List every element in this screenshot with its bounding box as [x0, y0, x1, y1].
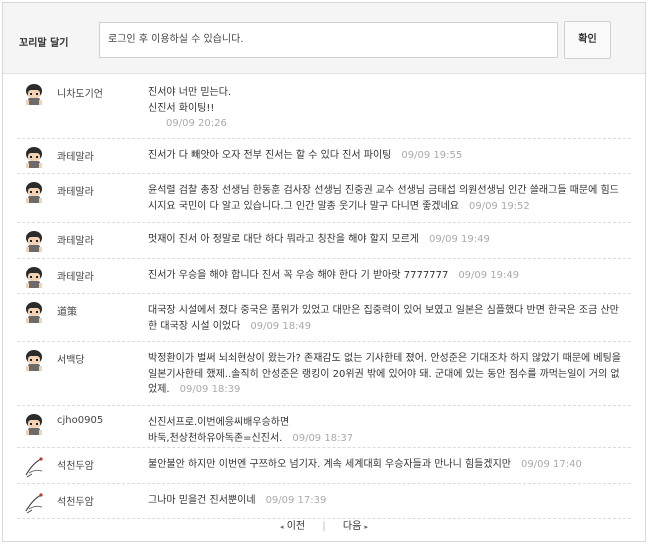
comment-row: 서백당 박정환이가 벌써 뇌쇠현상이 왔는가? 존재감도 없는 기사한테 졌어. …: [17, 341, 631, 406]
next-link[interactable]: 다음 ▸: [343, 517, 368, 532]
comment-row: 콰테말라 진서가 우승을 해야 합니다 진서 꼭 우승 해야 한다 기 받아랏 7…: [17, 258, 631, 294]
crane-avatar-icon: [23, 455, 45, 479]
comment-text: 멋재이 진서 아 정말로 대단 하다 뭐라고 칭찬을 해야 할지 모르게 09/0…: [148, 232, 628, 248]
comment-row: cjho0905 신진서프로.이번에응씨배우승하면바둑,천상천하유아독존=신진서.…: [17, 405, 631, 448]
comment-line: 불안불안 하지만 이번엔 구쯔하오 넘기자. 계속 세계대회 우승자들과 만나니…: [148, 459, 511, 470]
comment-row: 석천두암 불안불안 하지만 이번엔 구쯔하오 넘기자. 계속 세계대회 우승자들과…: [17, 447, 631, 484]
comment-author[interactable]: 콰테말라: [57, 148, 94, 163]
prev-label: 이전: [286, 521, 306, 532]
comment-date: 09/09 18:37: [292, 432, 354, 444]
comment-date: 09/09 18:39: [179, 384, 241, 395]
boy-avatar-icon: [23, 413, 45, 437]
comment-input[interactable]: 로그인 후 이용하실 수 있습니다.: [99, 22, 558, 58]
comment-author[interactable]: 서백당: [57, 351, 85, 366]
prev-arrow-icon: ◂: [280, 523, 284, 531]
comment-row: 콰테말라 멋재이 진서 아 정말로 대단 하다 뭐라고 칭찬을 해야 할지 모르게…: [17, 222, 631, 259]
comment-date: 09/09 19:49: [429, 234, 490, 245]
boy-avatar-icon: [23, 181, 45, 205]
comment-text: 진서야 너만 믿는다. 신진서 화이팅!! 09/09 20:26: [148, 85, 628, 132]
comment-row: 道策 대국장 시설에서 졌다 중국은 품위가 있었고 대만은 집중력이 있어 보였…: [17, 293, 631, 342]
comment-line: 진서야 너만 믿는다.: [148, 87, 232, 98]
comment-text: 진서가 우승을 해야 합니다 진서 꼭 우승 해야 한다 기 받아랏 77777…: [148, 268, 628, 284]
comment-author[interactable]: 콰테말라: [57, 232, 94, 247]
boy-avatar-icon: [23, 266, 45, 290]
boy-avatar-icon: [23, 349, 45, 373]
comment-text: 신진서프로.이번에응씨배우승하면바둑,천상천하유아독존=신진서. 09/09 18…: [148, 415, 628, 446]
comment-line: 진서가 다 빼앗아 오자 전부 진서는 할 수 있다 진서 파이팅: [148, 150, 392, 161]
crane-avatar-icon: [23, 491, 45, 515]
comment-text: 불안불안 하지만 이번엔 구쯔하오 넘기자. 계속 세계대회 우승자들과 만나니…: [148, 457, 628, 473]
comment-line: 진서가 우승을 해야 합니다 진서 꼭 우승 해야 한다 기 받아랏 77777…: [148, 270, 449, 281]
confirm-button[interactable]: 확인: [564, 21, 611, 59]
comment-author[interactable]: 니차도기언: [57, 85, 103, 100]
comment-text: 박정환이가 벌써 뇌쇠현상이 왔는가? 존재감도 없는 기사한테 졌어. 안성준…: [148, 351, 628, 398]
comment-text: 진서가 다 빼앗아 오자 전부 진서는 할 수 있다 진서 파이팅 09/09 1…: [148, 148, 628, 164]
comment-date: 09/09 20:26: [166, 118, 227, 129]
comment-row: 니차도기언 진서야 너만 믿는다. 신진서 화이팅!! 09/09 20:26: [17, 75, 631, 139]
comment-line: 멋재이 진서 아 정말로 대단 하다 뭐라고 칭찬을 해야 할지 모르게: [148, 234, 419, 245]
comment-line: 신진서프로.이번에응씨배우승하면: [148, 417, 290, 428]
next-arrow-icon: ▸: [364, 523, 368, 531]
comment-text: 윤석렬 검찰 총장 선생님 한동훈 검사장 선생님 진중권 교수 선생님 금태섭…: [148, 183, 628, 214]
comment-line: 신진서 화이팅!!: [148, 102, 215, 114]
comment-author[interactable]: 석천두암: [57, 493, 94, 508]
boy-avatar-icon: [23, 146, 45, 170]
comment-date: 09/09 18:49: [250, 320, 312, 332]
comment-date: 09/09 19:49: [458, 270, 520, 281]
comment-row: 콰테말라 윤석렬 검찰 총장 선생님 한동훈 검사장 선생님 진중권 교수 선생님…: [17, 173, 631, 223]
boy-avatar-icon: [23, 301, 45, 325]
comment-input-bar: 꼬리말 달기 로그인 후 이용하실 수 있습니다. 확인: [3, 3, 645, 74]
comment-row: 석천두암 그나마 믿을건 진서뿐이네 09/09 17:39: [17, 483, 631, 519]
comment-author[interactable]: 콰테말라: [57, 183, 94, 198]
comment-line: 그나마 믿을건 진서뿐이네: [148, 495, 256, 506]
comment-text: 그나마 믿을건 진서뿐이네 09/09 17:39: [148, 493, 628, 509]
comment-date: 09/09 17:40: [521, 459, 582, 470]
comment-panel: 꼬리말 달기 로그인 후 이용하실 수 있습니다. 확인 니차도기언 진서야 너만…: [2, 2, 646, 542]
comment-label: 꼬리말 달기: [19, 38, 69, 49]
comment-author[interactable]: cjho0905: [57, 415, 103, 426]
comment-line: 대국장 시설에서 졌다 중국은 품위가 있었고 대만은 집중력이 있어 보였고 …: [148, 305, 619, 332]
comment-author[interactable]: 석천두암: [57, 457, 94, 472]
comment-author[interactable]: 콰테말라: [57, 268, 94, 283]
prev-link[interactable]: ◂ 이전: [280, 517, 305, 532]
comment-author[interactable]: 道策: [57, 303, 77, 318]
boy-avatar-icon: [23, 230, 45, 254]
comment-date: 09/09 19:55: [401, 150, 463, 161]
comment-line: 윤석렬 검찰 총장 선생님 한동훈 검사장 선생님 진중권 교수 선생님 금태섭…: [148, 185, 619, 212]
comment-text: 대국장 시설에서 졌다 중국은 품위가 있었고 대만은 집중력이 있어 보였고 …: [148, 303, 628, 334]
comment-row: 콰테말라 진서가 다 빼앗아 오자 전부 진서는 할 수 있다 진서 파이팅 09/…: [17, 138, 631, 174]
pager-separator: |: [322, 521, 326, 532]
pagination: ◂ 이전 | 다음 ▸: [3, 517, 645, 532]
comment-date: 09/09 17:39: [265, 495, 327, 506]
next-label: 다음: [342, 521, 362, 532]
comment-date: 09/09 19:52: [468, 200, 530, 212]
boy-avatar-icon: [23, 83, 45, 107]
comment-line: 바둑,천상천하유아독존=신진서.: [148, 432, 283, 444]
